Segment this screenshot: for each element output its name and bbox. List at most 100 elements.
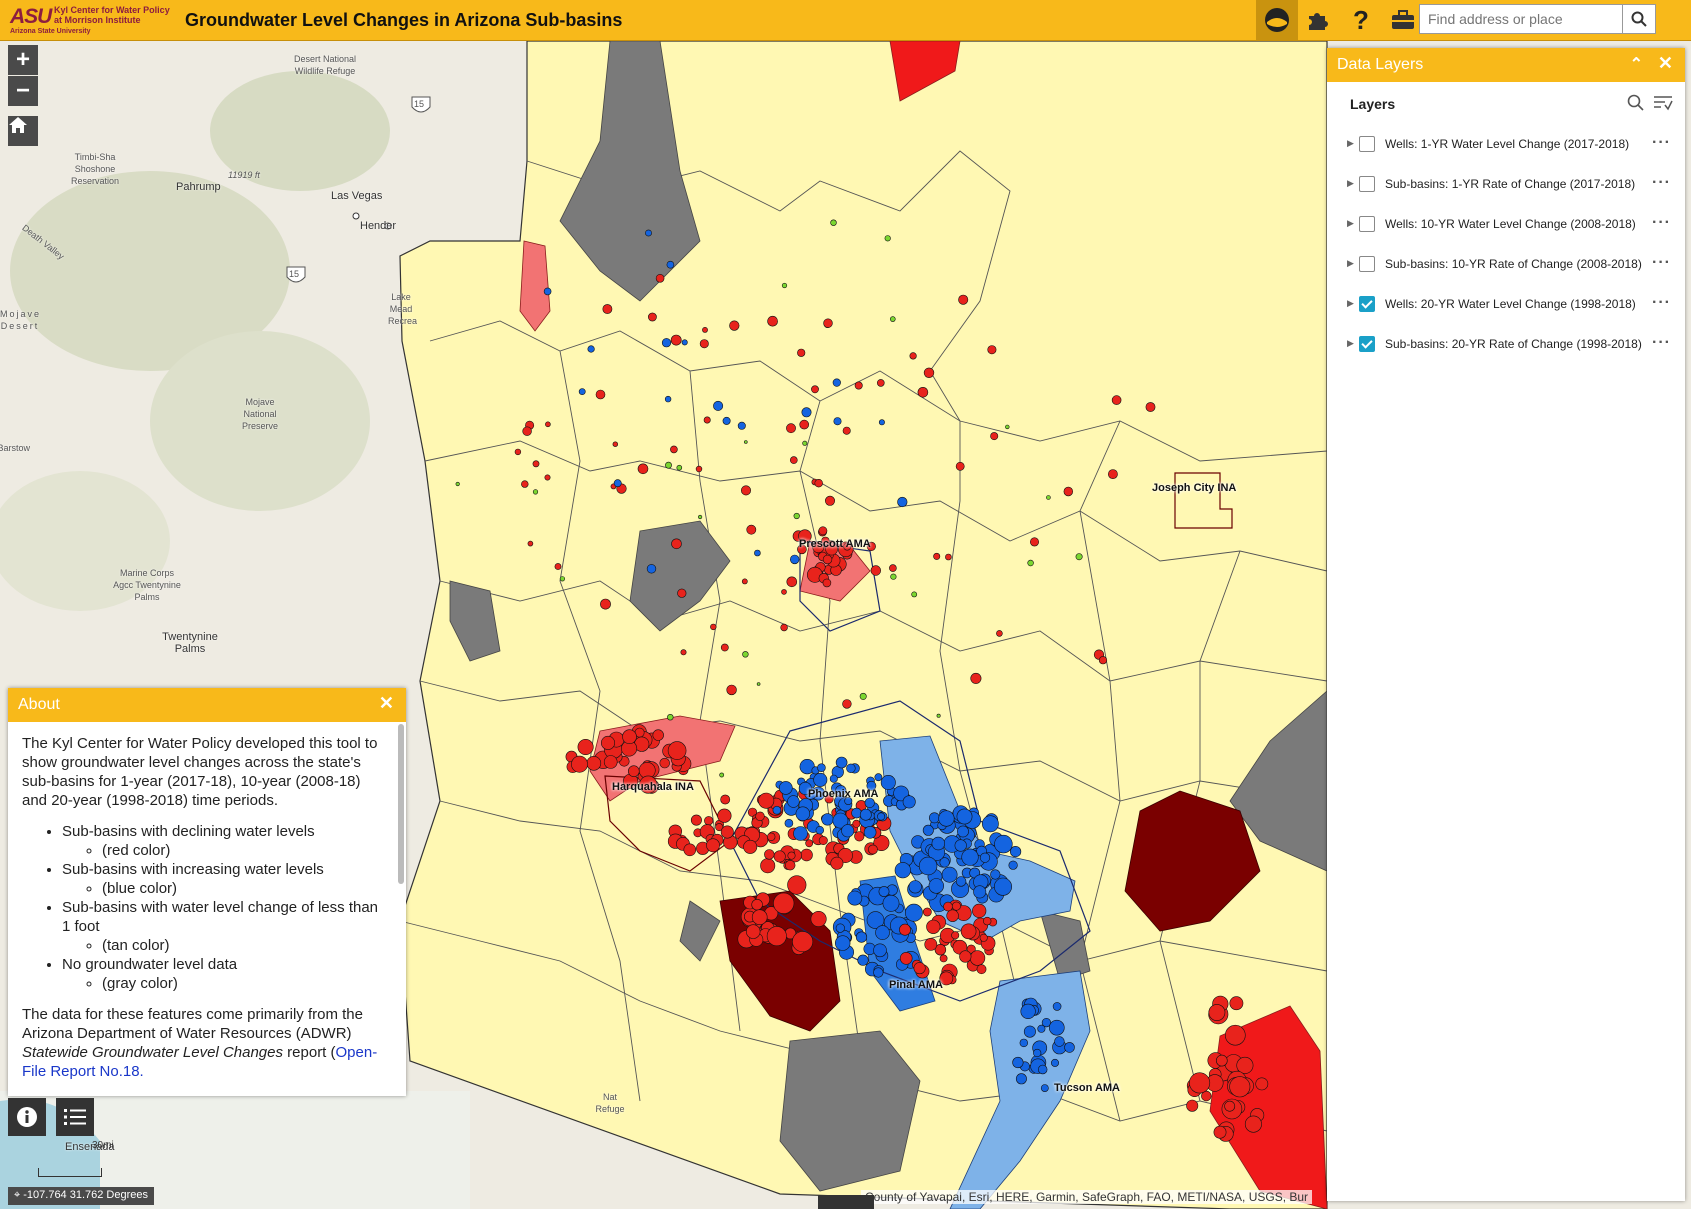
well-point[interactable] xyxy=(704,816,714,826)
well-point[interactable] xyxy=(880,774,896,790)
well-point[interactable] xyxy=(726,684,737,696)
filter-icon[interactable] xyxy=(1653,94,1673,112)
zoom-out-button[interactable]: − xyxy=(8,76,38,106)
well-point[interactable] xyxy=(706,838,720,853)
well-point[interactable] xyxy=(889,316,896,322)
well-point[interactable] xyxy=(600,598,611,610)
well-point[interactable] xyxy=(889,564,897,572)
well-point[interactable] xyxy=(810,910,827,927)
well-point[interactable] xyxy=(933,552,941,560)
well-point[interactable] xyxy=(822,578,832,588)
well-point[interactable] xyxy=(1020,1003,1036,1020)
well-point[interactable] xyxy=(873,943,887,958)
well-point[interactable] xyxy=(627,765,640,778)
well-point[interactable] xyxy=(894,862,911,879)
well-point[interactable] xyxy=(855,931,868,943)
well-point[interactable] xyxy=(902,795,916,809)
well-point[interactable] xyxy=(670,445,678,454)
well-point[interactable] xyxy=(1098,656,1108,665)
well-point[interactable] xyxy=(767,315,778,327)
scrollbar[interactable] xyxy=(398,724,404,884)
well-point[interactable] xyxy=(720,794,731,805)
well-point[interactable] xyxy=(746,524,757,535)
well-point[interactable] xyxy=(532,489,539,495)
layer-checkbox[interactable] xyxy=(1359,136,1375,152)
well-point[interactable] xyxy=(941,866,958,883)
well-point[interactable] xyxy=(613,479,622,488)
well-point[interactable] xyxy=(811,385,819,394)
well-point[interactable] xyxy=(722,416,731,425)
well-point[interactable] xyxy=(676,464,683,471)
well-point[interactable] xyxy=(778,781,793,795)
expand-icon[interactable]: ▶ xyxy=(1347,338,1354,349)
layer-list-button[interactable] xyxy=(56,1098,94,1136)
well-point[interactable] xyxy=(793,512,800,520)
search-input[interactable] xyxy=(1420,5,1636,33)
well-point[interactable] xyxy=(939,954,948,963)
well-point[interactable] xyxy=(882,894,900,912)
toolbox-button[interactable] xyxy=(1382,0,1424,40)
well-point[interactable] xyxy=(670,334,682,346)
well-point[interactable] xyxy=(1208,1004,1226,1021)
well-point[interactable] xyxy=(1244,1115,1262,1133)
well-point[interactable] xyxy=(908,880,922,894)
well-point[interactable] xyxy=(835,756,848,769)
asu-logo[interactable]: ASU Kyl Center for Water Policy at Morri… xyxy=(8,3,176,37)
well-point[interactable] xyxy=(667,741,687,760)
layer-item[interactable]: ▶ Wells: 10-YR Water Level Change (2008-… xyxy=(1347,213,1677,237)
search-icon[interactable] xyxy=(1627,94,1645,112)
well-point[interactable] xyxy=(756,682,761,686)
well-point[interactable] xyxy=(979,852,991,863)
well-point[interactable] xyxy=(847,890,863,906)
well-point[interactable] xyxy=(648,312,657,322)
well-point[interactable] xyxy=(1229,996,1244,1011)
well-point[interactable] xyxy=(954,839,967,852)
more-options-icon[interactable]: ··· xyxy=(1652,334,1671,352)
layer-checkbox[interactable] xyxy=(1359,176,1375,192)
well-point[interactable] xyxy=(797,348,806,357)
layer-item[interactable]: ▶ Wells: 1-YR Water Level Change (2017-2… xyxy=(1347,133,1677,157)
well-point[interactable] xyxy=(787,875,807,895)
well-point[interactable] xyxy=(697,514,703,520)
well-point[interactable] xyxy=(928,878,944,894)
well-point[interactable] xyxy=(1005,424,1010,430)
well-point[interactable] xyxy=(996,630,1003,637)
more-options-icon[interactable]: ··· xyxy=(1652,134,1671,152)
well-point[interactable] xyxy=(793,826,808,841)
well-point[interactable] xyxy=(681,339,688,346)
well-point[interactable] xyxy=(554,563,562,570)
well-point[interactable] xyxy=(875,925,890,940)
well-point[interactable] xyxy=(876,379,885,387)
well-point[interactable] xyxy=(720,643,729,652)
layer-checkbox[interactable] xyxy=(1359,256,1375,272)
well-point[interactable] xyxy=(1012,1056,1024,1069)
well-point[interactable] xyxy=(1213,1125,1227,1139)
zoom-in-button[interactable]: + xyxy=(8,45,38,75)
well-point[interactable] xyxy=(870,565,881,576)
well-point[interactable] xyxy=(821,813,834,826)
well-point[interactable] xyxy=(1145,402,1156,412)
well-point[interactable] xyxy=(813,772,828,787)
well-point[interactable] xyxy=(1225,1024,1246,1046)
well-point[interactable] xyxy=(1008,860,1018,870)
well-point[interactable] xyxy=(1033,1048,1042,1058)
well-point[interactable] xyxy=(923,367,935,378)
well-point[interactable] xyxy=(683,843,697,857)
close-icon[interactable]: ✕ xyxy=(379,693,394,714)
well-point[interactable] xyxy=(951,931,960,940)
well-point[interactable] xyxy=(737,421,746,430)
well-point[interactable] xyxy=(835,923,845,933)
well-point[interactable] xyxy=(873,967,884,978)
well-point[interactable] xyxy=(987,345,997,355)
well-point[interactable] xyxy=(741,578,748,585)
well-point[interactable] xyxy=(703,416,711,424)
well-point[interactable] xyxy=(877,812,886,821)
well-point[interactable] xyxy=(1189,1072,1211,1094)
well-point[interactable] xyxy=(1108,469,1118,479)
well-point[interactable] xyxy=(1075,553,1083,561)
well-point[interactable] xyxy=(717,808,732,823)
well-point[interactable] xyxy=(830,856,844,870)
well-point[interactable] xyxy=(994,834,1013,854)
well-point[interactable] xyxy=(818,835,828,845)
well-point[interactable] xyxy=(1216,1054,1228,1067)
